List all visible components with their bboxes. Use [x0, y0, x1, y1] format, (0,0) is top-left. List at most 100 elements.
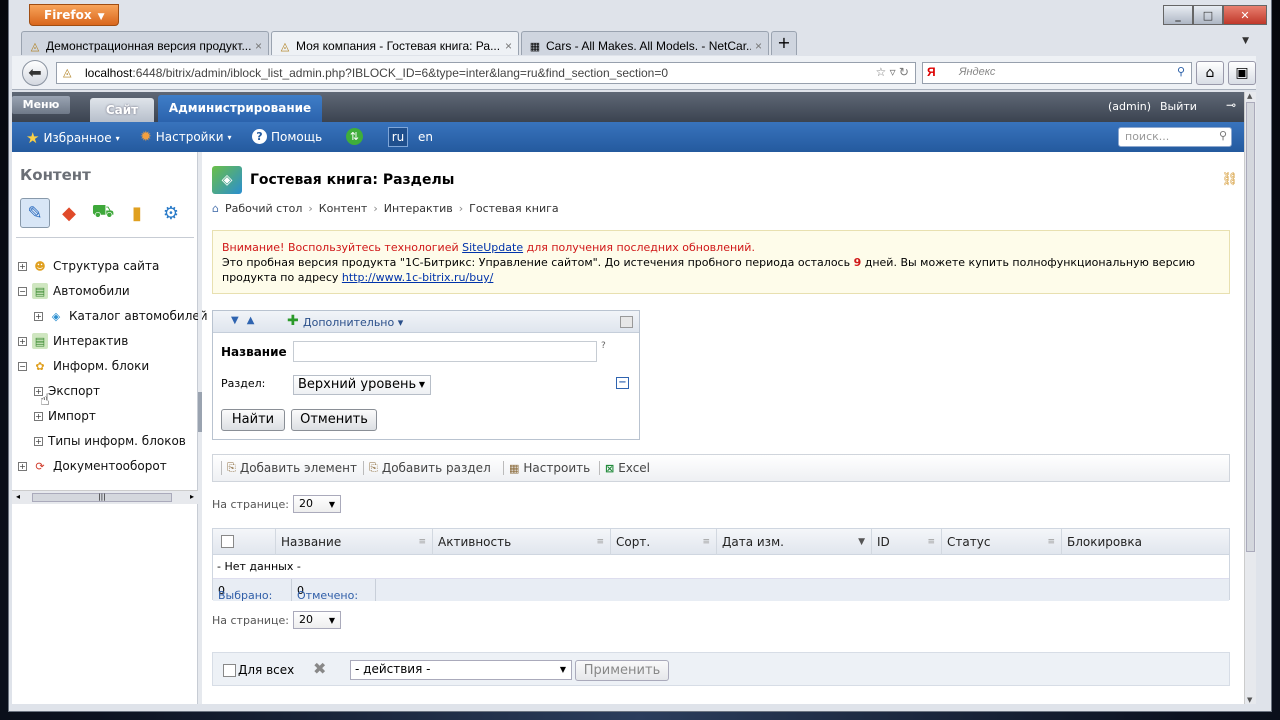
- filter-more-button[interactable]: Дополнительно ▾: [303, 316, 403, 329]
- excel-button[interactable]: ⊠ Excel: [605, 461, 650, 475]
- column-sort[interactable]: Сорт. ≡: [610, 529, 716, 555]
- expand-icon[interactable]: +: [18, 461, 27, 471]
- page-vscrollbar[interactable]: ▲ ▼: [1244, 92, 1256, 704]
- settings-menu[interactable]: ✹ Настройки ▾: [140, 129, 232, 145]
- new-tab-button[interactable]: +: [771, 31, 797, 55]
- browser-tab-guestbook[interactable]: ◬ Моя компания - Гостевая книга: Ра... ×: [271, 31, 519, 55]
- delete-icon[interactable]: ✖: [313, 659, 326, 678]
- scroll-up-icon[interactable]: ▲: [1247, 92, 1252, 100]
- column-menu-icon[interactable]: ≡: [418, 529, 426, 555]
- tab-site[interactable]: Сайт: [90, 98, 154, 122]
- filter-toggle-icon[interactable]: [620, 316, 633, 328]
- collapse-icon[interactable]: −: [18, 361, 27, 371]
- menu-button[interactable]: Меню: [12, 96, 70, 114]
- siteupdate-link[interactable]: SiteUpdate: [462, 241, 523, 254]
- column-date[interactable]: Дата изм. ▼: [716, 529, 871, 555]
- pin-icon[interactable]: ⊸: [1226, 98, 1236, 112]
- analytics-module-icon[interactable]: ▮: [122, 198, 152, 228]
- column-status[interactable]: Статус ≡: [941, 529, 1061, 555]
- add-section-button[interactable]: ⎘ Добавить раздел: [369, 461, 491, 475]
- filter-section-select[interactable]: Верхний уровень ▼: [293, 375, 431, 395]
- apply-button[interactable]: Применить: [575, 660, 669, 681]
- maximize-button[interactable]: □: [1193, 5, 1223, 25]
- tree-item-workflow[interactable]: + ⟳ Документооборот: [18, 456, 167, 476]
- column-id[interactable]: ID ≡: [871, 529, 941, 555]
- expand-icon[interactable]: +: [34, 311, 43, 321]
- update-button[interactable]: ⇅: [346, 128, 363, 145]
- filter-name-input[interactable]: [293, 341, 597, 362]
- logout-link[interactable]: Выйти: [1160, 100, 1197, 113]
- configure-button[interactable]: ▦ Настроить: [509, 461, 590, 475]
- column-active[interactable]: Активность ≡: [432, 529, 610, 555]
- column-menu-icon[interactable]: ≡: [596, 529, 604, 555]
- tree-item-site-structure[interactable]: + ☻ Структура сайта: [18, 256, 159, 276]
- services-module-icon[interactable]: ◆: [54, 198, 84, 228]
- content-module-icon[interactable]: ✎: [20, 198, 50, 228]
- scroll-down-icon[interactable]: ▼: [1247, 696, 1252, 704]
- browser-tab-cars[interactable]: ▦ Cars - All Makes. All Models. - NetCar…: [521, 31, 769, 55]
- breadcrumb-content[interactable]: Контент: [319, 202, 368, 215]
- breadcrumb-interactive[interactable]: Интерактив: [384, 202, 453, 215]
- lang-en[interactable]: en: [418, 130, 433, 144]
- buy-link[interactable]: http://www.1c-bitrix.ru/buy/: [342, 271, 494, 284]
- add-element-button[interactable]: ⎘ Добавить элемент: [227, 461, 357, 475]
- scroll-left-icon[interactable]: ◂: [16, 492, 20, 501]
- find-button[interactable]: Найти: [221, 409, 285, 431]
- tree-item-interactive[interactable]: + ▤ Интерактив: [18, 331, 128, 351]
- column-lock[interactable]: Блокировка: [1061, 529, 1231, 555]
- back-button[interactable]: ⬅: [22, 60, 48, 86]
- filter-help-icon[interactable]: ?: [601, 341, 606, 351]
- cancel-button[interactable]: Отменить: [291, 409, 377, 431]
- sort-desc-icon[interactable]: ▼: [858, 529, 865, 555]
- close-tab-icon[interactable]: ×: [505, 39, 512, 53]
- select-all-checkbox[interactable]: [221, 535, 234, 548]
- per-page-select[interactable]: 20 ▼: [293, 611, 341, 629]
- expand-icon[interactable]: +: [34, 411, 43, 421]
- expand-icon[interactable]: +: [34, 436, 43, 446]
- per-page-select[interactable]: 20 ▼: [293, 495, 341, 513]
- close-window-button[interactable]: ✕: [1223, 5, 1267, 25]
- bookmark-star-icon[interactable]: ☆ ▿ ↻: [875, 65, 909, 79]
- tab-admin[interactable]: Администрирование: [158, 95, 322, 122]
- column-name[interactable]: Название ≡: [275, 529, 432, 555]
- close-tab-icon[interactable]: ×: [255, 39, 262, 53]
- addon-button[interactable]: ▣: [1228, 61, 1256, 85]
- scroll-thumb[interactable]: [1246, 102, 1255, 552]
- column-menu-icon[interactable]: ≡: [1047, 529, 1055, 555]
- tree-item-iblock-types[interactable]: + Типы информ. блоков: [34, 431, 186, 451]
- search-box[interactable]: Я Яндекс ⚲: [922, 62, 1192, 84]
- admin-search-input[interactable]: поиск... ⚲: [1118, 127, 1232, 147]
- favorites-menu[interactable]: ★ Избранное ▾: [26, 129, 120, 147]
- firefox-menu-button[interactable]: Firefox ▼: [29, 4, 119, 26]
- breadcrumb-guestbook[interactable]: Гостевая книга: [469, 202, 559, 215]
- lang-ru[interactable]: ru: [388, 127, 408, 147]
- search-icon[interactable]: ⚲: [1177, 65, 1185, 78]
- actions-select[interactable]: - действия - ▼: [350, 660, 572, 680]
- column-menu-icon[interactable]: ≡: [702, 529, 710, 555]
- minimize-button[interactable]: _: [1163, 5, 1193, 25]
- for-all-checkbox[interactable]: [223, 664, 236, 677]
- breadcrumb-desktop[interactable]: Рабочий стол: [225, 202, 302, 215]
- browser-tab-demo[interactable]: ◬ Демонстрационная версия продукт... ×: [21, 31, 269, 55]
- tab-list-icon[interactable]: ▼: [1242, 36, 1249, 46]
- store-module-icon[interactable]: ⛟: [88, 198, 118, 228]
- help-link[interactable]: ? Помощь: [252, 129, 322, 144]
- sidebar-hscrollbar[interactable]: ◂ ||| ▸: [12, 490, 198, 504]
- link-icon[interactable]: ⛓: [1221, 172, 1238, 187]
- expand-icon[interactable]: +: [18, 261, 27, 271]
- tree-item-iblocks[interactable]: − ✿ Информ. блоки: [18, 356, 149, 376]
- collapse-icon[interactable]: −: [18, 286, 27, 296]
- tree-item-car-catalog[interactable]: + ◈ Каталог автомобилей: [34, 306, 208, 326]
- splitter-grip[interactable]: [198, 392, 202, 432]
- column-menu-icon[interactable]: ≡: [927, 529, 935, 555]
- tree-item-cars[interactable]: − ▤ Автомобили: [18, 281, 130, 301]
- settings-module-icon[interactable]: ⚙: [156, 198, 186, 228]
- user-name[interactable]: (admin): [1108, 100, 1151, 113]
- scroll-right-icon[interactable]: ▸: [190, 492, 194, 501]
- expand-icon[interactable]: +: [18, 336, 27, 346]
- tree-item-import[interactable]: + Импорт: [34, 406, 96, 426]
- url-bar[interactable]: ◬ localhost:6448/bitrix/admin/iblock_lis…: [56, 62, 916, 84]
- remove-filter-icon[interactable]: −: [616, 377, 629, 389]
- close-tab-icon[interactable]: ×: [755, 39, 762, 53]
- sidebar-splitter[interactable]: [198, 152, 202, 704]
